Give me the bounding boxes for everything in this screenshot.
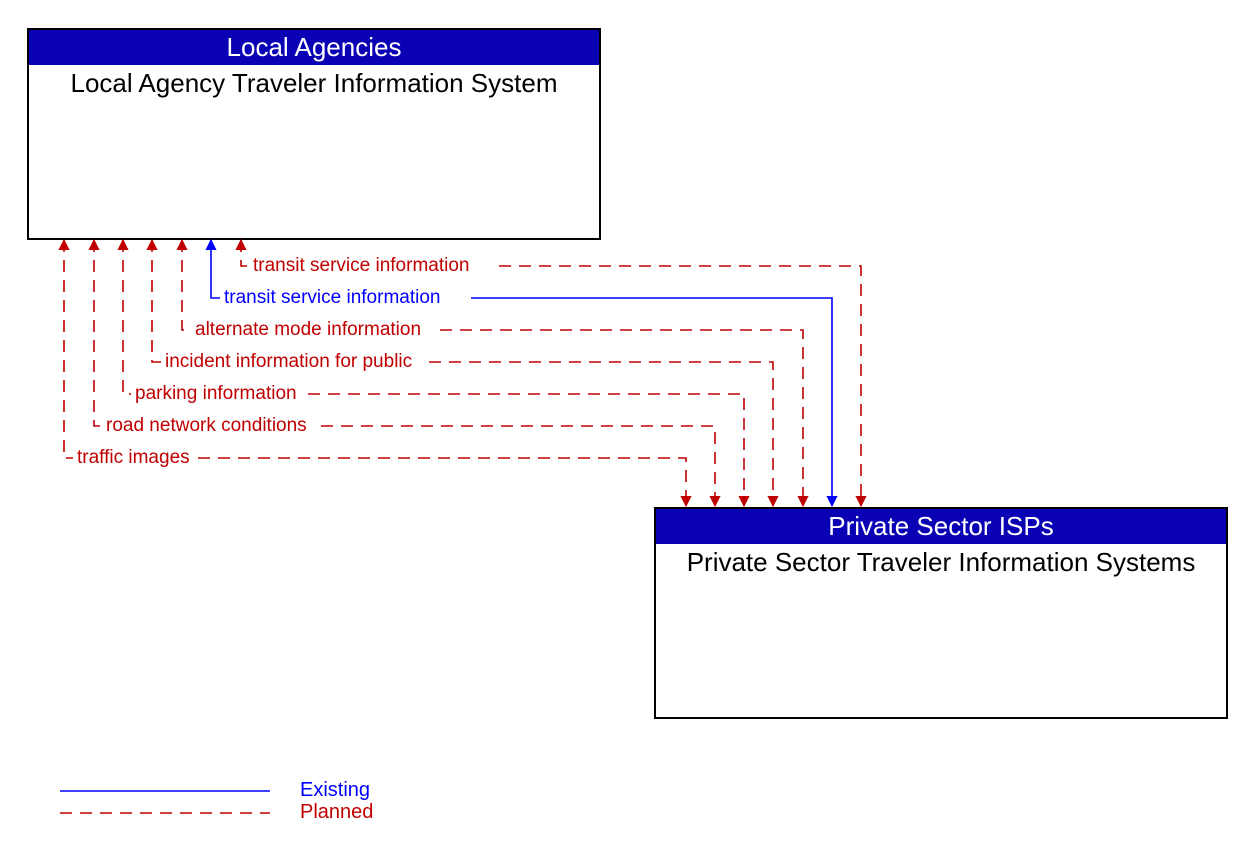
flow-label: incident information for public [165, 351, 412, 373]
flow-label: parking information [135, 383, 297, 405]
legend-label-planned: Planned [300, 801, 373, 824]
flow-label: transit service information [253, 255, 469, 277]
diagram-canvas: Local Agencies Local Agency Traveler Inf… [0, 0, 1252, 866]
legend-swatch-planned [60, 812, 270, 814]
flow-label: traffic images [77, 447, 190, 469]
legend-swatch-existing [60, 790, 270, 792]
flow-label: transit service information [224, 287, 440, 309]
legend-label-existing: Existing [300, 779, 370, 802]
flow-label: alternate mode information [195, 319, 421, 341]
flow-label: road network conditions [106, 415, 307, 437]
